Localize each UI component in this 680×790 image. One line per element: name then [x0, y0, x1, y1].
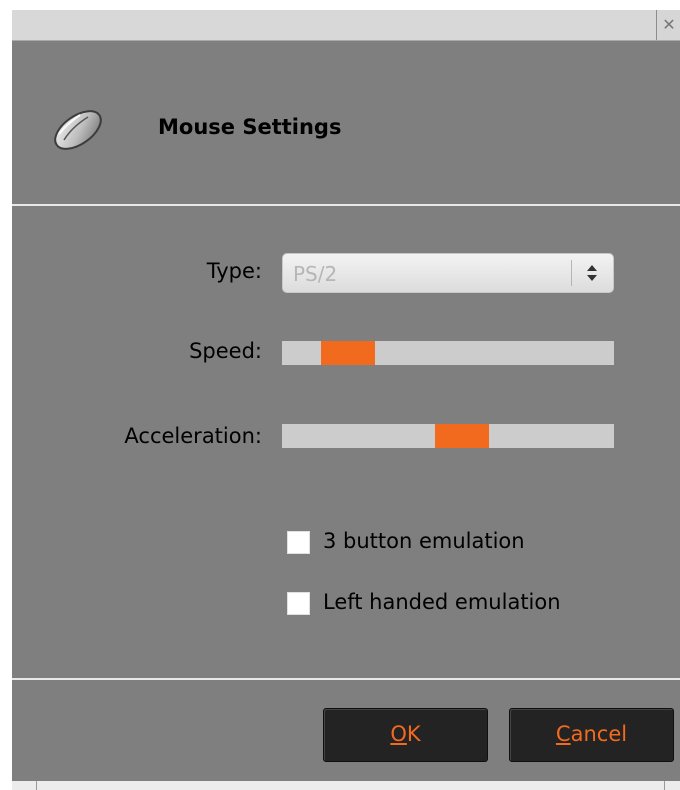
footer-divider	[12, 678, 680, 680]
mouse-settings-dialog: Mouse Settings Type: PS/2 Speed: Acceler…	[12, 41, 680, 781]
dialog-header: Mouse Settings	[12, 41, 680, 204]
resize-handle-right	[664, 781, 665, 790]
mouse-icon	[54, 110, 102, 150]
header-divider	[12, 204, 680, 206]
type-select[interactable]: PS/2	[282, 253, 614, 293]
close-icon: ✕	[662, 15, 676, 34]
type-select-value: PS/2	[293, 262, 338, 286]
select-divider	[571, 260, 572, 286]
acceleration-slider[interactable]	[282, 424, 614, 448]
acceleration-slider-thumb[interactable]	[435, 424, 489, 448]
cancel-mnemonic: C	[555, 722, 571, 746]
resize-handle-left	[36, 781, 37, 790]
up-down-arrows-icon	[587, 265, 597, 281]
window-titlebar[interactable]	[12, 10, 680, 41]
ok-button[interactable]: OK	[323, 708, 488, 762]
dialog-title: Mouse Settings	[158, 115, 342, 139]
acceleration-label: Acceleration:	[124, 424, 262, 448]
three-button-emulation-label[interactable]: 3 button emulation	[323, 529, 525, 553]
three-button-emulation-checkbox[interactable]	[287, 531, 310, 554]
speed-slider-thumb[interactable]	[321, 341, 375, 365]
speed-label: Speed:	[189, 339, 262, 363]
ok-label: K	[406, 722, 421, 746]
left-handed-emulation-label[interactable]: Left handed emulation	[323, 590, 561, 614]
ok-mnemonic: O	[390, 722, 407, 746]
type-label: Type:	[206, 259, 262, 283]
close-button[interactable]: ✕	[656, 10, 680, 40]
screen: ✕ Mouse Settings Type: PS/2 Speed: Accel…	[0, 0, 680, 790]
left-handed-emulation-checkbox[interactable]	[287, 592, 310, 615]
speed-slider[interactable]	[282, 341, 614, 365]
bottom-frame	[12, 781, 680, 790]
cancel-label: ancel	[570, 722, 628, 746]
cancel-button[interactable]: Cancel	[509, 708, 674, 762]
